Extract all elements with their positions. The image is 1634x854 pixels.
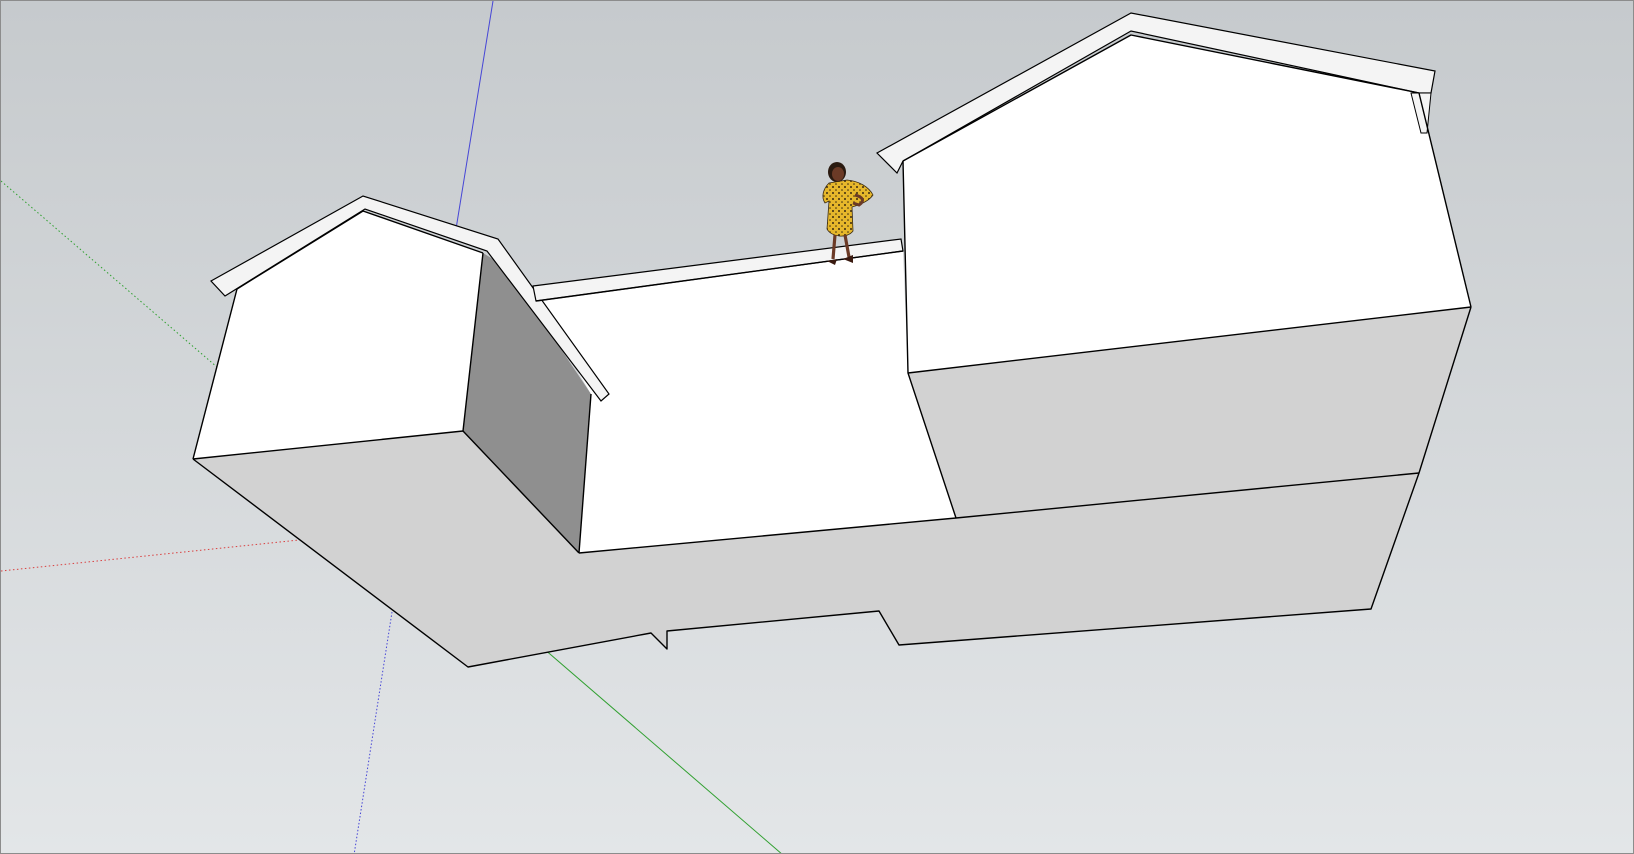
3d-model-viewport[interactable] [0, 0, 1634, 854]
middle-wall-face[interactable] [536, 251, 956, 553]
model-canvas[interactable] [1, 1, 1634, 854]
